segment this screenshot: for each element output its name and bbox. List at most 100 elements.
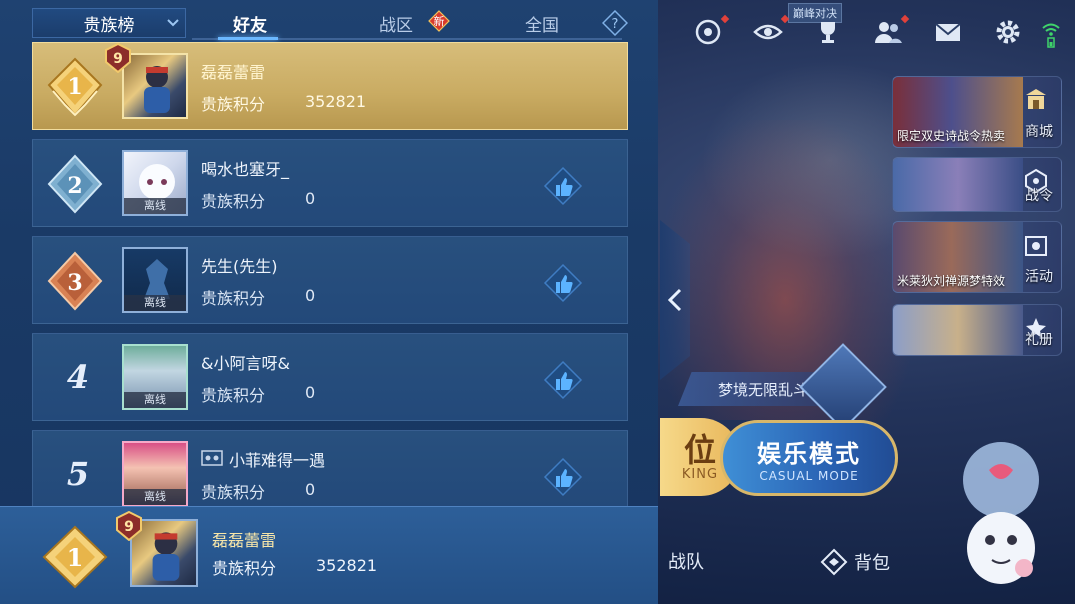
score-value: 0 [305, 383, 316, 402]
ranked-mode-title: 位 [683, 430, 716, 469]
new-badge-icon: 新 [428, 10, 450, 32]
score-label: 贵族积分 [201, 192, 266, 211]
svg-text:新: 新 [434, 14, 445, 28]
offline-status: 离线 [124, 489, 186, 505]
event-button[interactable]: 米莱狄刘禅源梦特效 活动 [892, 221, 1062, 293]
tab-zone[interactable]: 战区 [366, 8, 426, 38]
event-icon [1025, 236, 1047, 256]
offline-status: 离线 [124, 295, 186, 311]
player-name: 喝水也塞牙_ [201, 160, 290, 179]
mascot-character[interactable] [946, 440, 1056, 590]
casual-mode-button[interactable]: 娱乐模式 CASUAL MODE [720, 420, 898, 496]
my-score-value: 352821 [316, 556, 378, 575]
shop-icon [1026, 89, 1046, 109]
battlepass-label: 战令 [1025, 188, 1053, 204]
leaderboard-row[interactable]: 1 9 磊磊蕾雷 贵族积分 352821 [32, 42, 628, 130]
noble-level-badge-icon: 9 [116, 511, 142, 541]
help-icon[interactable]: ? [602, 10, 628, 36]
svg-text:1: 1 [67, 543, 84, 572]
player-name: 小菲难得一遇 [229, 451, 326, 470]
tab-nation[interactable]: 全国 [512, 8, 572, 38]
bag-nav-button[interactable]: 背包 [820, 548, 890, 576]
leaderboard-row[interactable]: 5 离线 小菲难得一遇 贵族积分 0 [32, 430, 628, 508]
score-label: 贵族积分 [201, 289, 266, 308]
score-value: 0 [305, 189, 316, 208]
bag-label: 背包 [854, 553, 890, 574]
gift-book-button[interactable]: 礼册 [892, 304, 1062, 356]
shop-button[interactable]: 限定双史诗战令热卖 商城 [892, 76, 1062, 148]
friends-icon[interactable] [870, 14, 910, 50]
wifi-signal-icon [1042, 23, 1060, 48]
mail-icon[interactable] [930, 14, 966, 50]
shop-label: 商城 [1025, 124, 1053, 140]
gift-book-label: 礼册 [1025, 332, 1053, 348]
rank-medal-bronze-icon: 3 [47, 251, 103, 311]
avatar[interactable]: 离线 [122, 150, 188, 216]
my-player-name: 磊磊蕾雷 [212, 531, 277, 550]
leaderboard-row[interactable]: 3 离线 先生(先生) 贵族积分 0 [32, 236, 628, 324]
score-label: 贵族积分 [201, 95, 266, 114]
thumbs-up-icon[interactable] [543, 457, 583, 497]
shop-caption: 限定双史诗战令热卖 [897, 129, 1006, 143]
rank-medal-gold-icon: 1 [47, 57, 103, 117]
rank-number: 5 [66, 455, 90, 493]
board-type-dropdown[interactable]: 贵族榜 [32, 8, 186, 38]
rank-medal-silver-icon: 2 [47, 154, 103, 214]
my-score-label: 贵族积分 [212, 559, 277, 578]
collapse-panel-button[interactable] [660, 220, 690, 380]
board-type-label: 贵族榜 [83, 15, 135, 36]
casual-mode-subtitle: CASUAL MODE [759, 468, 859, 483]
casual-mode-title: 娱乐模式 [757, 439, 861, 468]
thumbs-up-icon[interactable] [543, 263, 583, 303]
score-value: 0 [305, 286, 316, 305]
offline-status: 离线 [124, 198, 186, 214]
battlepass-artwork [893, 158, 1023, 211]
leaderboard-tabs: 贵族榜 好友 战区 新 全国 ? [32, 8, 632, 40]
chevron-left-icon [667, 288, 682, 312]
gift-book-artwork [893, 305, 1023, 355]
offline-status: 离线 [124, 392, 186, 408]
eye-icon[interactable] [750, 14, 790, 50]
target-icon[interactable] [690, 14, 730, 50]
mask-tag-icon [201, 450, 223, 466]
player-name: 磊磊蕾雷 [201, 63, 266, 82]
active-tab-indicator [218, 37, 278, 40]
avatar-image [144, 66, 170, 113]
player-name: 先生(先生) [201, 257, 278, 276]
leaderboard-row[interactable]: 2 离线 喝水也塞牙_ 贵族积分 0 [32, 139, 628, 227]
score-label: 贵族积分 [201, 483, 266, 502]
score-value: 352821 [305, 92, 367, 111]
my-rank-bar: 1 9 磊磊蕾雷 贵族积分 352821 [0, 506, 658, 604]
avatar[interactable]: 离线 [122, 247, 188, 313]
top-icon-bar [690, 14, 1026, 50]
trophy-icon[interactable] [810, 14, 846, 50]
team-nav-button[interactable]: 战队 [668, 548, 704, 574]
thumbs-up-icon[interactable] [543, 166, 583, 206]
chevron-down-icon [167, 19, 179, 27]
event-label: 活动 [1025, 269, 1053, 285]
svg-text:1: 1 [67, 74, 82, 100]
player-name: &小阿言呀& [201, 354, 290, 373]
score-label: 贵族积分 [201, 386, 266, 405]
svg-text:9: 9 [124, 519, 134, 535]
avatar[interactable]: 离线 [122, 441, 188, 507]
svg-text:9: 9 [113, 51, 123, 67]
rank-medal-gold-icon: 1 [42, 525, 108, 589]
thumbs-up-icon[interactable] [543, 360, 583, 400]
tab-friends[interactable]: 好友 [214, 8, 286, 38]
ranked-mode-subtitle: KING [681, 466, 719, 482]
leaderboard-panel: 贵族榜 好友 战区 新 全国 ? 1 9 磊磊蕾雷 贵族积分 352821 2 … [0, 0, 658, 604]
svg-text:3: 3 [67, 270, 82, 296]
leaderboard-row[interactable]: 4 离线 &小阿言呀& 贵族积分 0 [32, 333, 628, 421]
avatar[interactable]: 离线 [122, 344, 188, 410]
noble-level-badge-icon: 9 [105, 43, 131, 73]
rank-number: 4 [66, 358, 90, 396]
svg-text:2: 2 [67, 173, 82, 199]
gear-icon[interactable] [990, 14, 1026, 50]
score-value: 0 [305, 480, 316, 499]
bag-icon [820, 548, 848, 576]
svg-text:?: ? [612, 17, 619, 32]
team-label: 战队 [668, 552, 704, 573]
event-caption: 米莱狄刘禅源梦特效 [897, 274, 1006, 288]
battlepass-button[interactable]: 战令 [892, 157, 1062, 212]
